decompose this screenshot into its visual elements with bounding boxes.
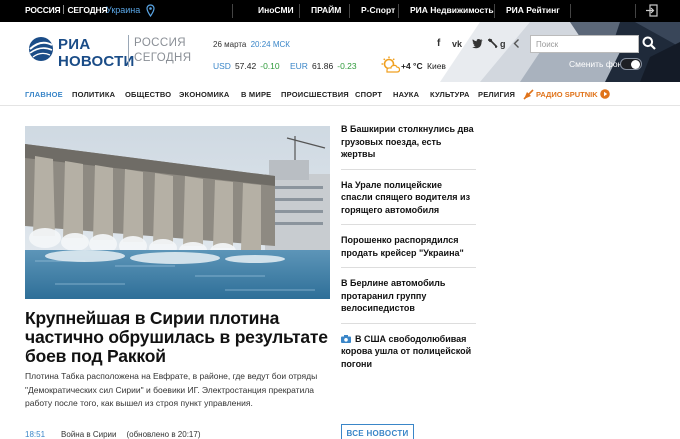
feed-item[interactable]: В Башкирии столкнулись два грузовых поез… <box>341 120 476 170</box>
vk-icon[interactable]: vk <box>452 38 465 49</box>
nav-item-politics[interactable]: ПОЛИТИКА <box>72 90 115 99</box>
nav-item-radio-sputnik[interactable]: РАДИО SPUTNIK <box>536 90 598 99</box>
svg-text:vk: vk <box>452 39 463 49</box>
twitter-icon[interactable] <box>472 38 483 49</box>
location-pin-icon[interactable] <box>146 4 155 17</box>
logo-ria-text[interactable]: РИА <box>58 36 91 53</box>
topbar-link-realty[interactable]: РИА Недвижимость <box>410 5 494 15</box>
svg-text:g: g <box>500 39 506 49</box>
logo-left-text: РОССИЯ <box>25 5 61 15</box>
news-feed: В Башкирии столкнулись два грузовых поез… <box>341 120 476 384</box>
nav-item-world[interactable]: В МИРЕ <box>241 90 271 99</box>
main-lead: Плотина Табка расположена на Евфрате, в … <box>25 371 318 408</box>
eur-value: 61.86 <box>311 61 334 71</box>
feed-item[interactable]: В США свободолюбивая корова ушла от поли… <box>341 330 476 379</box>
nav-item-science[interactable]: НАУКА <box>393 90 419 99</box>
time-text: 20:24 МСК <box>250 40 290 49</box>
header-date: 26 марта 20:24 МСК <box>213 40 290 49</box>
region-selector[interactable]: Украина <box>106 5 140 15</box>
nav-item-society[interactable]: ОБЩЕСТВО <box>125 90 171 99</box>
play-icon[interactable] <box>600 89 610 99</box>
nav-item-culture[interactable]: КУЛЬТУРА <box>430 90 470 99</box>
article-time: 18:51 <box>25 430 46 439</box>
topbar-link-rating[interactable]: РИА Рейтинг <box>506 5 560 15</box>
usd-rate[interactable]: USD 57.42 -0.10 <box>213 61 280 71</box>
top-bar: РОССИЯ СЕГОДНЯ Украина ИноСМИ ПРАЙМ Р-Спо… <box>0 0 680 22</box>
sputnik-radio-icon[interactable] <box>523 89 534 100</box>
eur-label: EUR <box>290 61 308 71</box>
feed-item-text: В Башкирии столкнулись два грузовых поез… <box>341 124 474 159</box>
logo-rs-line1: РОССИЯ <box>134 37 186 49</box>
article-category[interactable]: Война в Сирии <box>61 430 116 439</box>
usd-change: -0.10 <box>260 61 280 71</box>
site-header: РИА НОВОСТИ РОССИЯ СЕГОДНЯ 26 марта 20:2… <box>0 22 680 82</box>
main-nav: ГЛАВНОЕ ПОЛИТИКА ОБЩЕСТВО ЭКОНОМИКА В МИ… <box>0 82 680 106</box>
usd-label: USD <box>213 61 231 71</box>
feed-item[interactable]: В Берлине автомобиль протаранил группу в… <box>341 274 476 324</box>
nav-item-main[interactable]: ГЛАВНОЕ <box>25 90 63 99</box>
search-icon[interactable] <box>642 36 656 50</box>
nav-item-economy[interactable]: ЭКОНОМИКА <box>179 90 229 99</box>
photo-camera-icon <box>341 334 351 343</box>
feed-item[interactable]: Порошенко распорядился продать крейсер "… <box>341 231 476 268</box>
login-icon[interactable] <box>645 4 658 17</box>
facebook-icon[interactable]: f <box>437 38 440 49</box>
feed-item-text: На Урале полицейские спасли спящего води… <box>341 179 471 215</box>
hero-image-dam[interactable] <box>25 126 330 299</box>
change-bg-toggle[interactable] <box>620 58 642 70</box>
feed-item-text: В Берлине автомобиль протаранил группу в… <box>341 278 446 313</box>
eur-change: -0.23 <box>337 61 357 71</box>
logo-divider <box>128 35 129 67</box>
main-headline[interactable]: Крупнейшая в Сирии плотина частично обру… <box>25 309 345 366</box>
rossiya-segodnya-logo[interactable]: РОССИЯ СЕГОДНЯ <box>25 5 108 15</box>
feed-item-text: В США свободолюбивая корова ушла от поли… <box>341 333 472 369</box>
nav-item-religion[interactable]: РЕЛИГИЯ <box>478 90 515 99</box>
logo-right-text: СЕГОДНЯ <box>67 5 108 15</box>
livejournal-icon[interactable] <box>488 38 498 49</box>
ria-globe-icon[interactable] <box>27 35 55 63</box>
topbar-link-inosmi[interactable]: ИноСМИ <box>258 5 294 15</box>
logo-rs-line2: СЕГОДНЯ <box>134 52 192 64</box>
article-updated: (обновлено в 20:17) <box>126 430 201 439</box>
change-bg-label: Сменить фон <box>569 59 623 69</box>
feed-item-text: Порошенко распорядился продать крейсер "… <box>341 235 464 258</box>
search-input[interactable]: Поиск <box>530 35 639 53</box>
nav-item-sport[interactable]: СПОРТ <box>355 90 382 99</box>
article-meta: 18:51 Война в Сирии (обновлено в 20:17) <box>25 430 200 439</box>
date-text: 26 марта <box>213 40 247 49</box>
googleplus-icon[interactable]: g <box>500 38 510 49</box>
topbar-link-rsport[interactable]: Р-Спорт <box>361 5 395 15</box>
topbar-link-prime[interactable]: ПРАЙМ <box>311 5 341 15</box>
all-news-button[interactable]: ВСЕ НОВОСТИ <box>341 424 414 439</box>
logo-news-text[interactable]: НОВОСТИ <box>58 53 134 70</box>
nav-item-incidents[interactable]: ПРОИСШЕСТВИЯ <box>281 90 349 99</box>
chevron-left-icon[interactable] <box>513 38 520 49</box>
feed-item[interactable]: На Урале полицейские спасли спящего води… <box>341 176 476 225</box>
weather-city[interactable]: Киев <box>427 61 446 71</box>
usd-value: 57.42 <box>234 61 257 71</box>
eur-rate[interactable]: EUR 61.86 -0.23 <box>290 61 357 71</box>
weather-temp: +4 °C <box>401 61 423 71</box>
sun-cloud-icon[interactable] <box>380 56 400 74</box>
